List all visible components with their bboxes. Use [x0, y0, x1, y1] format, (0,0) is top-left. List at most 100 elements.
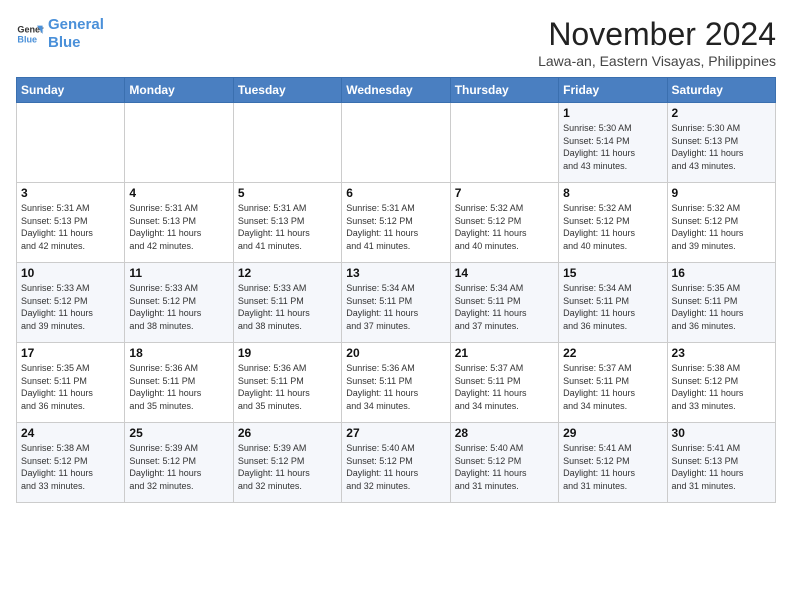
- day-number: 7: [455, 186, 554, 200]
- calendar-cell: 11 Sunrise: 5:33 AMSunset: 5:12 PMDayligh…: [125, 263, 233, 343]
- calendar-cell: 14Sunrise: 5:34 AMSunset: 5:11 PMDayligh…: [450, 263, 558, 343]
- day-info: Sunrise: 5:33 AMSunset: 5:12 PMDaylight:…: [21, 282, 120, 332]
- day-number: 2: [672, 106, 771, 120]
- calendar-cell: 26Sunrise: 5:39 AMSunset: 5:12 PMDayligh…: [233, 423, 341, 503]
- calendar-cell: 16 Sunrise: 5:35 AMSunset: 5:11 PMDayligh…: [667, 263, 775, 343]
- day-number: 24: [21, 426, 120, 440]
- weekday-header-monday: Monday: [125, 78, 233, 103]
- calendar-week-5: 24 Sunrise: 5:38 AMSunset: 5:12 PMDayligh…: [17, 423, 776, 503]
- weekday-header-friday: Friday: [559, 78, 667, 103]
- calendar-week-4: 17 Sunrise: 5:35 AMSunset: 5:11 PMDayligh…: [17, 343, 776, 423]
- day-number: 10: [21, 266, 120, 280]
- day-number: 8: [563, 186, 662, 200]
- day-number: 13: [346, 266, 445, 280]
- day-number: 27: [346, 426, 445, 440]
- day-info: Sunrise: 5:36 AMSunset: 5:11 PMDaylight:…: [346, 362, 445, 412]
- month-title: November 2024: [538, 16, 776, 53]
- calendar-cell: 27 Sunrise: 5:40 AMSunset: 5:12 PMDayligh…: [342, 423, 450, 503]
- day-info: Sunrise: 5:31 AMSunset: 5:13 PMDaylight:…: [129, 202, 228, 252]
- day-info: Sunrise: 5:33 AMSunset: 5:12 PMDaylight:…: [129, 282, 228, 332]
- calendar-cell: 25 Sunrise: 5:39 AMSunset: 5:12 PMDayligh…: [125, 423, 233, 503]
- calendar-cell: 24 Sunrise: 5:38 AMSunset: 5:12 PMDayligh…: [17, 423, 125, 503]
- day-number: 19: [238, 346, 337, 360]
- weekday-header-tuesday: Tuesday: [233, 78, 341, 103]
- day-number: 28: [455, 426, 554, 440]
- day-info: Sunrise: 5:39 AMSunset: 5:12 PMDaylight:…: [129, 442, 228, 492]
- day-number: 23: [672, 346, 771, 360]
- day-info: Sunrise: 5:41 AMSunset: 5:13 PMDaylight:…: [672, 442, 771, 492]
- calendar-week-1: 1Sunrise: 5:30 AMSunset: 5:14 PMDaylight…: [17, 103, 776, 183]
- day-info: Sunrise: 5:30 AMSunset: 5:13 PMDaylight:…: [672, 122, 771, 172]
- day-info: Sunrise: 5:38 AMSunset: 5:12 PMDaylight:…: [672, 362, 771, 412]
- calendar-cell: [17, 103, 125, 183]
- calendar-cell: 7 Sunrise: 5:32 AMSunset: 5:12 PMDaylight…: [450, 183, 558, 263]
- day-number: 1: [563, 106, 662, 120]
- calendar-cell: [342, 103, 450, 183]
- day-number: 20: [346, 346, 445, 360]
- day-info: Sunrise: 5:32 AMSunset: 5:12 PMDaylight:…: [455, 202, 554, 252]
- calendar-cell: 12 Sunrise: 5:33 AMSunset: 5:11 PMDayligh…: [233, 263, 341, 343]
- day-number: 30: [672, 426, 771, 440]
- calendar-cell: 17 Sunrise: 5:35 AMSunset: 5:11 PMDayligh…: [17, 343, 125, 423]
- day-info: Sunrise: 5:37 AMSunset: 5:11 PMDaylight:…: [563, 362, 662, 412]
- day-info: Sunrise: 5:40 AMSunset: 5:12 PMDaylight:…: [346, 442, 445, 492]
- logo-text: GeneralBlue: [48, 16, 104, 52]
- title-block: November 2024 Lawa-an, Eastern Visayas, …: [538, 16, 776, 69]
- svg-text:Blue: Blue: [17, 34, 37, 44]
- day-info: Sunrise: 5:37 AMSunset: 5:11 PMDaylight:…: [455, 362, 554, 412]
- day-info: Sunrise: 5:41 AMSunset: 5:12 PMDaylight:…: [563, 442, 662, 492]
- calendar-cell: 19 Sunrise: 5:36 AMSunset: 5:11 PMDayligh…: [233, 343, 341, 423]
- day-number: 21: [455, 346, 554, 360]
- calendar-cell: 29Sunrise: 5:41 AMSunset: 5:12 PMDayligh…: [559, 423, 667, 503]
- calendar-cell: 2 Sunrise: 5:30 AMSunset: 5:13 PMDaylight…: [667, 103, 775, 183]
- calendar-cell: 28 Sunrise: 5:40 AMSunset: 5:12 PMDayligh…: [450, 423, 558, 503]
- page-header: General Blue GeneralBlue November 2024 L…: [16, 16, 776, 69]
- day-info: Sunrise: 5:31 AMSunset: 5:13 PMDaylight:…: [238, 202, 337, 252]
- day-number: 5: [238, 186, 337, 200]
- calendar-cell: 1Sunrise: 5:30 AMSunset: 5:14 PMDaylight…: [559, 103, 667, 183]
- calendar-cell: 21 Sunrise: 5:37 AMSunset: 5:11 PMDayligh…: [450, 343, 558, 423]
- day-info: Sunrise: 5:35 AMSunset: 5:11 PMDaylight:…: [672, 282, 771, 332]
- day-info: Sunrise: 5:31 AMSunset: 5:13 PMDaylight:…: [21, 202, 120, 252]
- calendar-cell: 22 Sunrise: 5:37 AMSunset: 5:11 PMDayligh…: [559, 343, 667, 423]
- calendar-cell: 3 Sunrise: 5:31 AMSunset: 5:13 PMDaylight…: [17, 183, 125, 263]
- day-info: Sunrise: 5:33 AMSunset: 5:11 PMDaylight:…: [238, 282, 337, 332]
- weekday-header-thursday: Thursday: [450, 78, 558, 103]
- day-info: Sunrise: 5:36 AMSunset: 5:11 PMDaylight:…: [238, 362, 337, 412]
- day-info: Sunrise: 5:31 AMSunset: 5:12 PMDaylight:…: [346, 202, 445, 252]
- logo: General Blue GeneralBlue: [16, 16, 104, 52]
- day-info: Sunrise: 5:35 AMSunset: 5:11 PMDaylight:…: [21, 362, 120, 412]
- calendar-cell: [450, 103, 558, 183]
- location: Lawa-an, Eastern Visayas, Philippines: [538, 53, 776, 69]
- weekday-header-saturday: Saturday: [667, 78, 775, 103]
- day-info: Sunrise: 5:34 AMSunset: 5:11 PMDaylight:…: [346, 282, 445, 332]
- logo-icon: General Blue: [16, 20, 44, 48]
- day-info: Sunrise: 5:40 AMSunset: 5:12 PMDaylight:…: [455, 442, 554, 492]
- calendar-cell: [125, 103, 233, 183]
- day-info: Sunrise: 5:38 AMSunset: 5:12 PMDaylight:…: [21, 442, 120, 492]
- day-info: Sunrise: 5:36 AMSunset: 5:11 PMDaylight:…: [129, 362, 228, 412]
- day-number: 11: [129, 266, 228, 280]
- day-number: 25: [129, 426, 228, 440]
- weekday-header-wednesday: Wednesday: [342, 78, 450, 103]
- day-number: 15: [563, 266, 662, 280]
- day-number: 3: [21, 186, 120, 200]
- day-number: 6: [346, 186, 445, 200]
- day-number: 26: [238, 426, 337, 440]
- day-number: 22: [563, 346, 662, 360]
- day-number: 17: [21, 346, 120, 360]
- calendar-week-2: 3 Sunrise: 5:31 AMSunset: 5:13 PMDaylight…: [17, 183, 776, 263]
- calendar-cell: 9 Sunrise: 5:32 AMSunset: 5:12 PMDaylight…: [667, 183, 775, 263]
- calendar-cell: 13 Sunrise: 5:34 AMSunset: 5:11 PMDayligh…: [342, 263, 450, 343]
- calendar-cell: 4Sunrise: 5:31 AMSunset: 5:13 PMDaylight…: [125, 183, 233, 263]
- calendar-cell: 18Sunrise: 5:36 AMSunset: 5:11 PMDayligh…: [125, 343, 233, 423]
- calendar-cell: 10 Sunrise: 5:33 AMSunset: 5:12 PMDayligh…: [17, 263, 125, 343]
- calendar-cell: 6 Sunrise: 5:31 AMSunset: 5:12 PMDaylight…: [342, 183, 450, 263]
- day-number: 9: [672, 186, 771, 200]
- day-number: 12: [238, 266, 337, 280]
- weekday-header-row: SundayMondayTuesdayWednesdayThursdayFrid…: [17, 78, 776, 103]
- day-number: 16: [672, 266, 771, 280]
- calendar-week-3: 10 Sunrise: 5:33 AMSunset: 5:12 PMDayligh…: [17, 263, 776, 343]
- calendar-cell: [233, 103, 341, 183]
- day-info: Sunrise: 5:32 AMSunset: 5:12 PMDaylight:…: [672, 202, 771, 252]
